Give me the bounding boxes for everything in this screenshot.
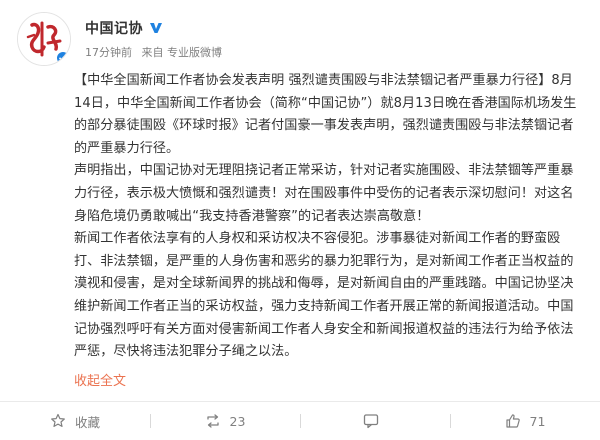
repost-icon [206, 414, 219, 428]
verified-v-icon [150, 23, 162, 33]
post-content: 【中华全国新闻工作者协会发表声明 强烈谴责围殴与非法禁锢记者严重暴力行径】8月1… [74, 70, 584, 364]
avatar[interactable] [17, 12, 71, 66]
post-paragraph-2: 声明指出，中国记协对无理阻挠记者正常采访，针对记者实施围殴、非法禁锢等严重暴力行… [74, 163, 574, 224]
repost-button[interactable]: 23 [150, 402, 300, 440]
account-name-row: 中国记协 [85, 18, 163, 38]
star-icon [51, 413, 65, 427]
post-source: 来自 专业版微博 [141, 46, 223, 59]
account-name[interactable]: 中国记协 [85, 18, 143, 38]
post-meta: 17分钟前 来自 专业版微博 [85, 44, 228, 60]
post-paragraph-1: 【中华全国新闻工作者协会发表声明 强烈谴责围殴与非法禁锢记者严重暴力行径】8月1… [74, 73, 577, 156]
comment-icon [363, 414, 378, 429]
repost-count: 23 [229, 413, 246, 429]
action-bar: 收藏 23 71 [0, 402, 600, 440]
like-count: 71 [529, 413, 546, 429]
post-time[interactable]: 17分钟前 [85, 46, 132, 59]
verified-badge-icon [56, 51, 70, 65]
like-button[interactable]: 71 [450, 402, 600, 440]
comment-button[interactable] [300, 402, 450, 440]
favorite-button[interactable]: 收藏 [0, 402, 150, 440]
thumbs-up-icon [505, 414, 520, 428]
favorite-label: 收藏 [74, 414, 100, 430]
collapse-fulltext-link[interactable]: 收起全文 [74, 370, 126, 389]
post-header: 中国记协 17分钟前 来自 专业版微博 [17, 12, 590, 68]
post-paragraph-3: 新闻工作者依法享有的人身权和采访权决不容侵犯。涉事暴徒对新闻工作者的野蛮殴打、非… [74, 231, 574, 360]
